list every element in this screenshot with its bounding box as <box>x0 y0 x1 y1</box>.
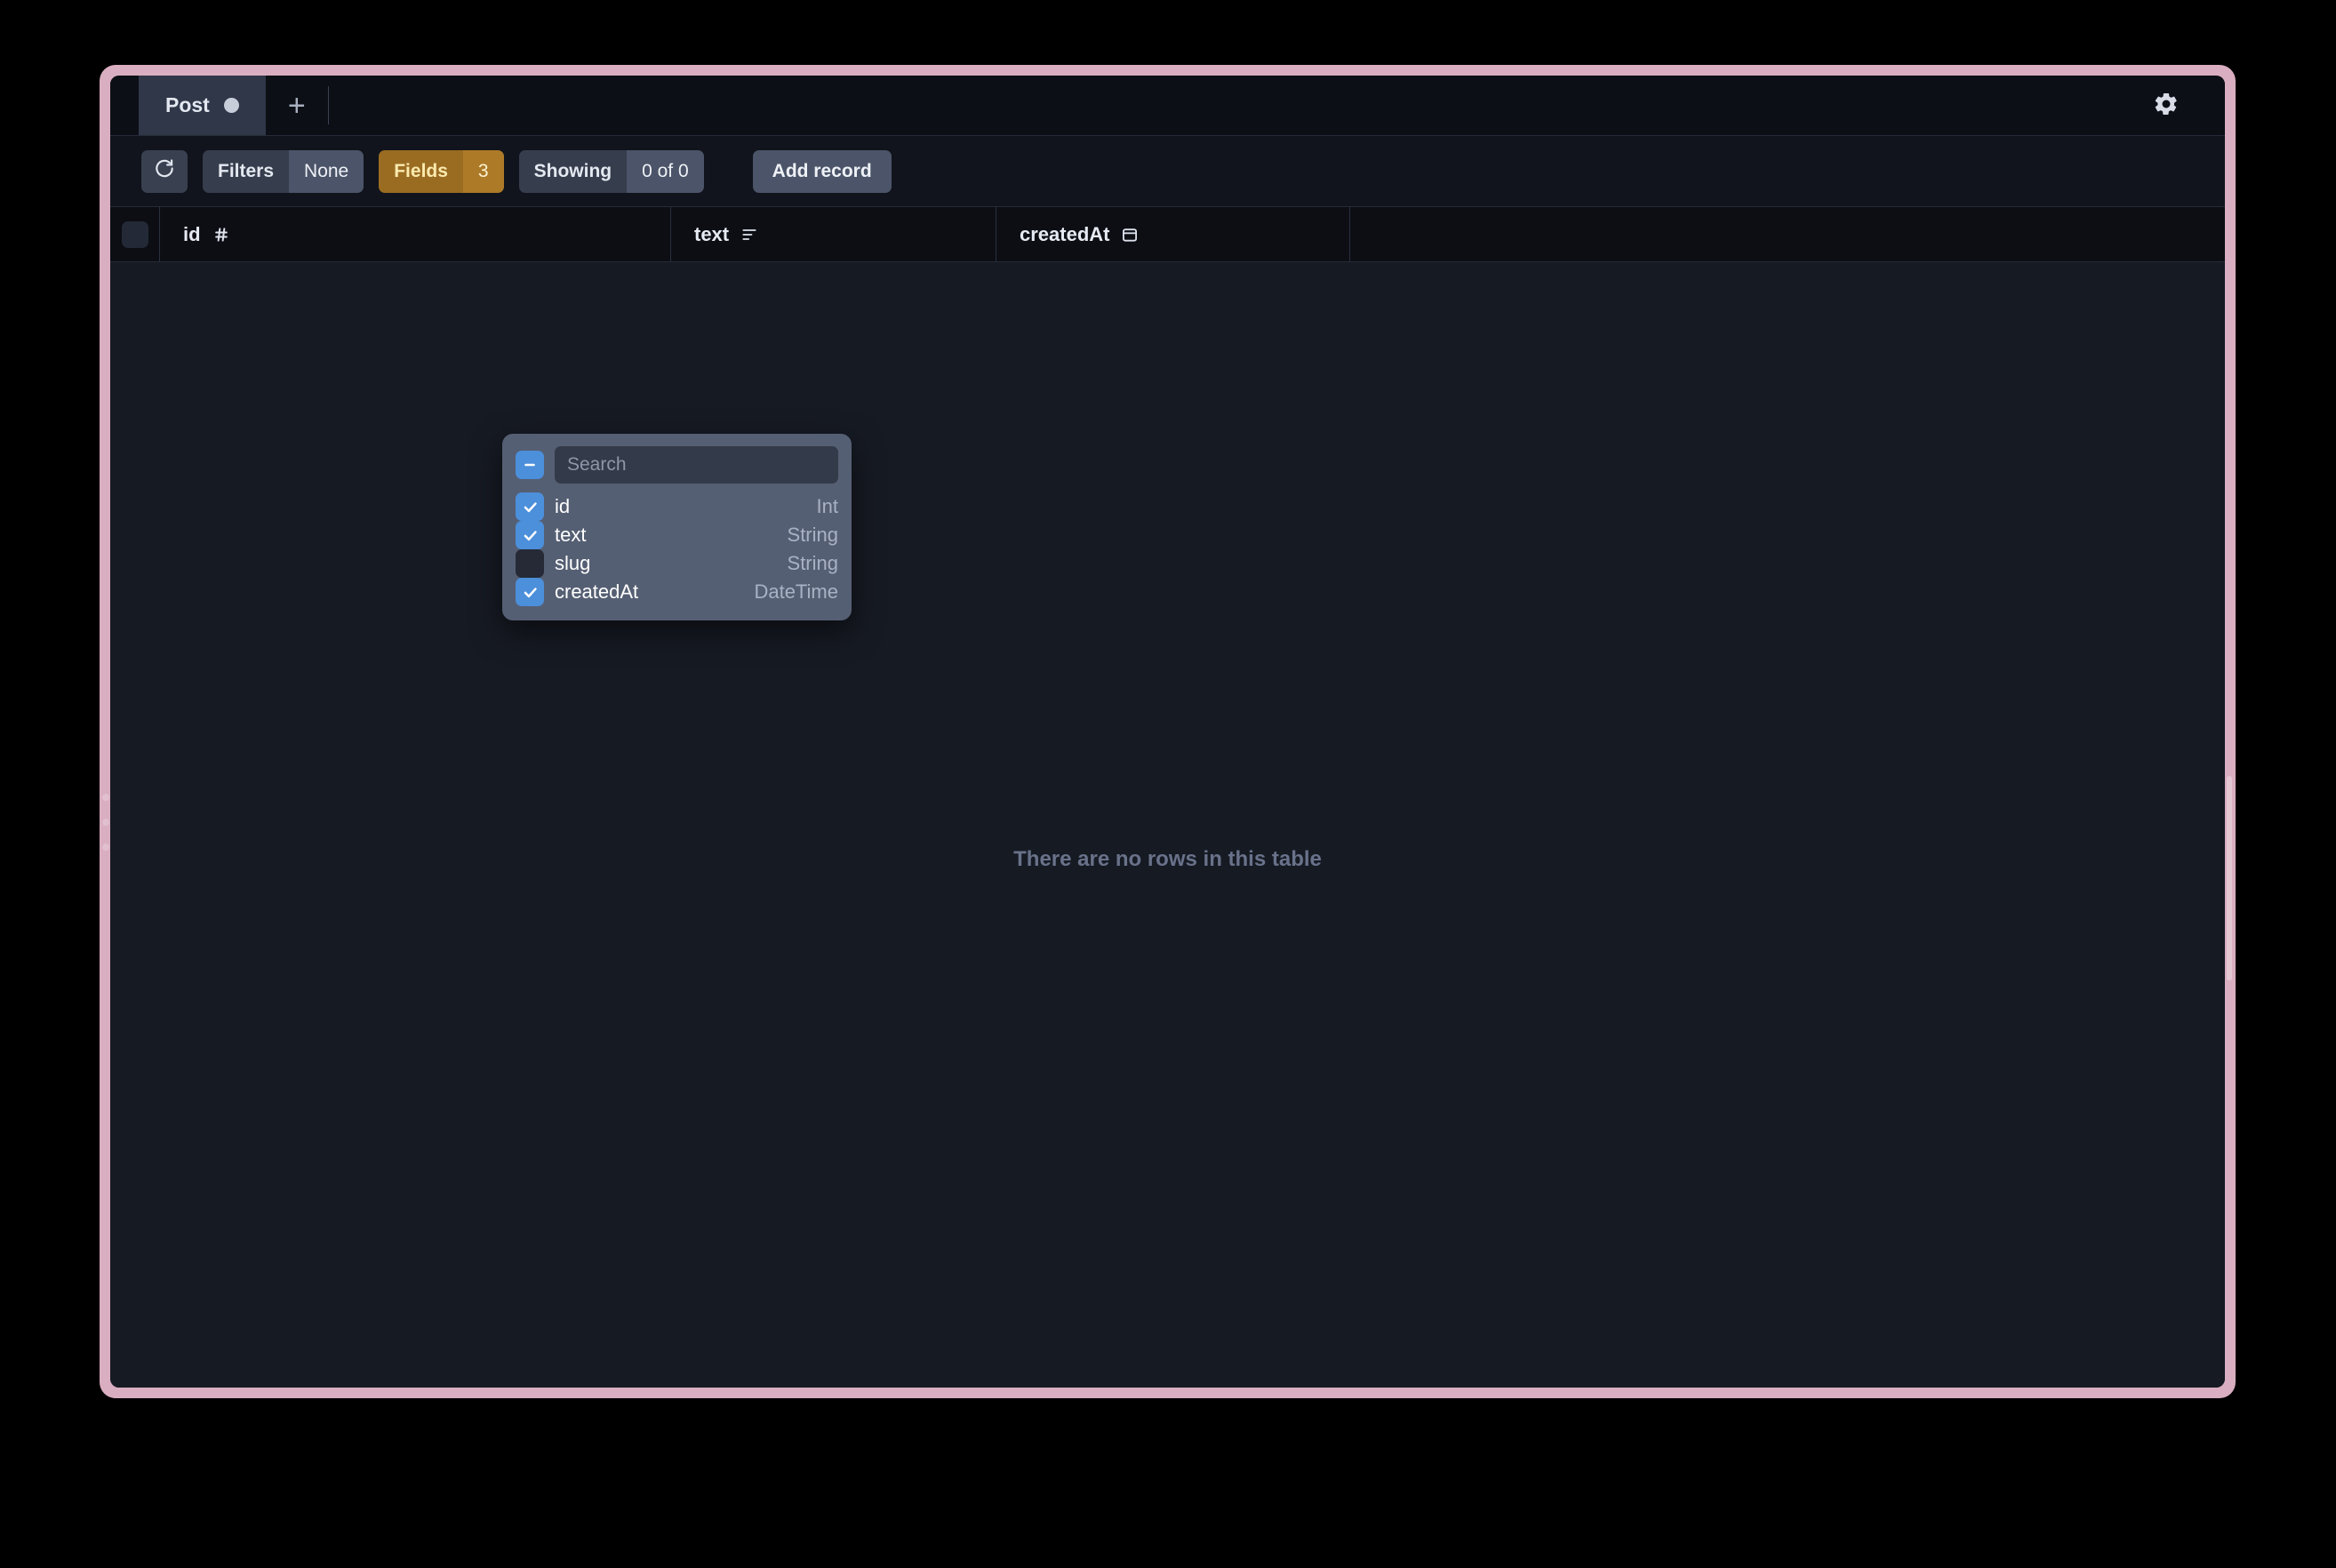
field-checkbox[interactable] <box>516 521 544 549</box>
field-name: slug <box>555 552 591 574</box>
tab-post[interactable]: Post <box>139 76 266 135</box>
showing-button[interactable]: Showing 0 of 0 <box>518 149 704 193</box>
field-checkbox[interactable] <box>516 549 544 578</box>
add-tab-button[interactable]: + <box>266 76 328 135</box>
calendar-icon <box>1121 226 1139 244</box>
column-label: createdAt <box>1020 222 1110 245</box>
filters-button[interactable]: Filters None <box>203 149 364 193</box>
field-checkbox[interactable] <box>516 492 544 521</box>
toggle-all-fields-checkbox[interactable] <box>516 451 544 479</box>
refresh-button[interactable] <box>141 149 188 193</box>
dropdown-search-row <box>516 446 838 484</box>
table-header-row: id text createdAt <box>110 207 2225 262</box>
field-type: String <box>787 552 838 574</box>
field-checkbox[interactable] <box>516 578 544 606</box>
filled-circle-icon <box>223 98 239 113</box>
field-name: createdAt <box>555 580 639 603</box>
tab-label: Post <box>165 93 210 116</box>
add-record-button[interactable]: Add record <box>752 149 892 193</box>
column-header-text[interactable]: text <box>671 207 996 261</box>
field-type: String <box>787 524 838 546</box>
field-option-id[interactable]: id Int <box>516 492 838 521</box>
fields-count: 3 <box>462 149 504 193</box>
fields-button[interactable]: Fields 3 <box>379 149 504 193</box>
page-scrollbar-thumb[interactable] <box>2227 776 2232 980</box>
drag-dot <box>102 844 109 851</box>
hash-icon <box>212 226 230 244</box>
gear-icon <box>2153 91 2180 122</box>
app-window: Post + Filters None Fields 3 Showing 0 o… <box>110 76 2225 1388</box>
field-option-text[interactable]: text String <box>516 521 838 549</box>
select-all-checkbox[interactable] <box>121 220 148 248</box>
settings-button[interactable] <box>2140 76 2193 136</box>
search-input[interactable] <box>555 446 838 484</box>
tab-bar: Post + <box>110 76 2225 136</box>
showing-label: Showing <box>518 149 628 193</box>
field-name: text <box>555 524 587 546</box>
tab-divider <box>327 86 329 124</box>
field-option-slug[interactable]: slug String <box>516 549 838 578</box>
toolbar: Filters None Fields 3 Showing 0 of 0 Add… <box>110 136 2225 207</box>
showing-value: 0 of 0 <box>627 149 704 193</box>
select-all-cell[interactable] <box>110 207 160 261</box>
drag-dot <box>102 819 109 826</box>
text-icon <box>740 226 758 244</box>
empty-table-message: There are no rows in this table <box>1013 847 1322 871</box>
column-label: text <box>694 222 730 245</box>
column-header-id[interactable]: id <box>160 207 671 261</box>
table-area: id text createdAt There are no rows in t… <box>110 207 2225 1388</box>
window-drag-handle[interactable] <box>102 794 109 851</box>
field-option-createdAt[interactable]: createdAt DateTime <box>516 578 838 606</box>
refresh-icon <box>153 157 176 186</box>
filters-value: None <box>289 149 364 193</box>
field-type: Int <box>816 495 838 517</box>
field-type: DateTime <box>754 580 838 603</box>
column-label: id <box>183 222 201 245</box>
app-window-frame: Post + Filters None Fields 3 Showing 0 o… <box>100 65 2236 1398</box>
fields-dropdown-panel: id Int text String slug String <box>502 434 852 620</box>
column-header-createdAt[interactable]: createdAt <box>996 207 1350 261</box>
fields-label: Fields <box>379 149 463 193</box>
drag-dot <box>102 794 109 801</box>
field-name: id <box>555 495 571 517</box>
column-header-filler <box>1350 207 2225 261</box>
filters-label: Filters <box>203 149 290 193</box>
tab-strip: Post + <box>110 76 329 135</box>
